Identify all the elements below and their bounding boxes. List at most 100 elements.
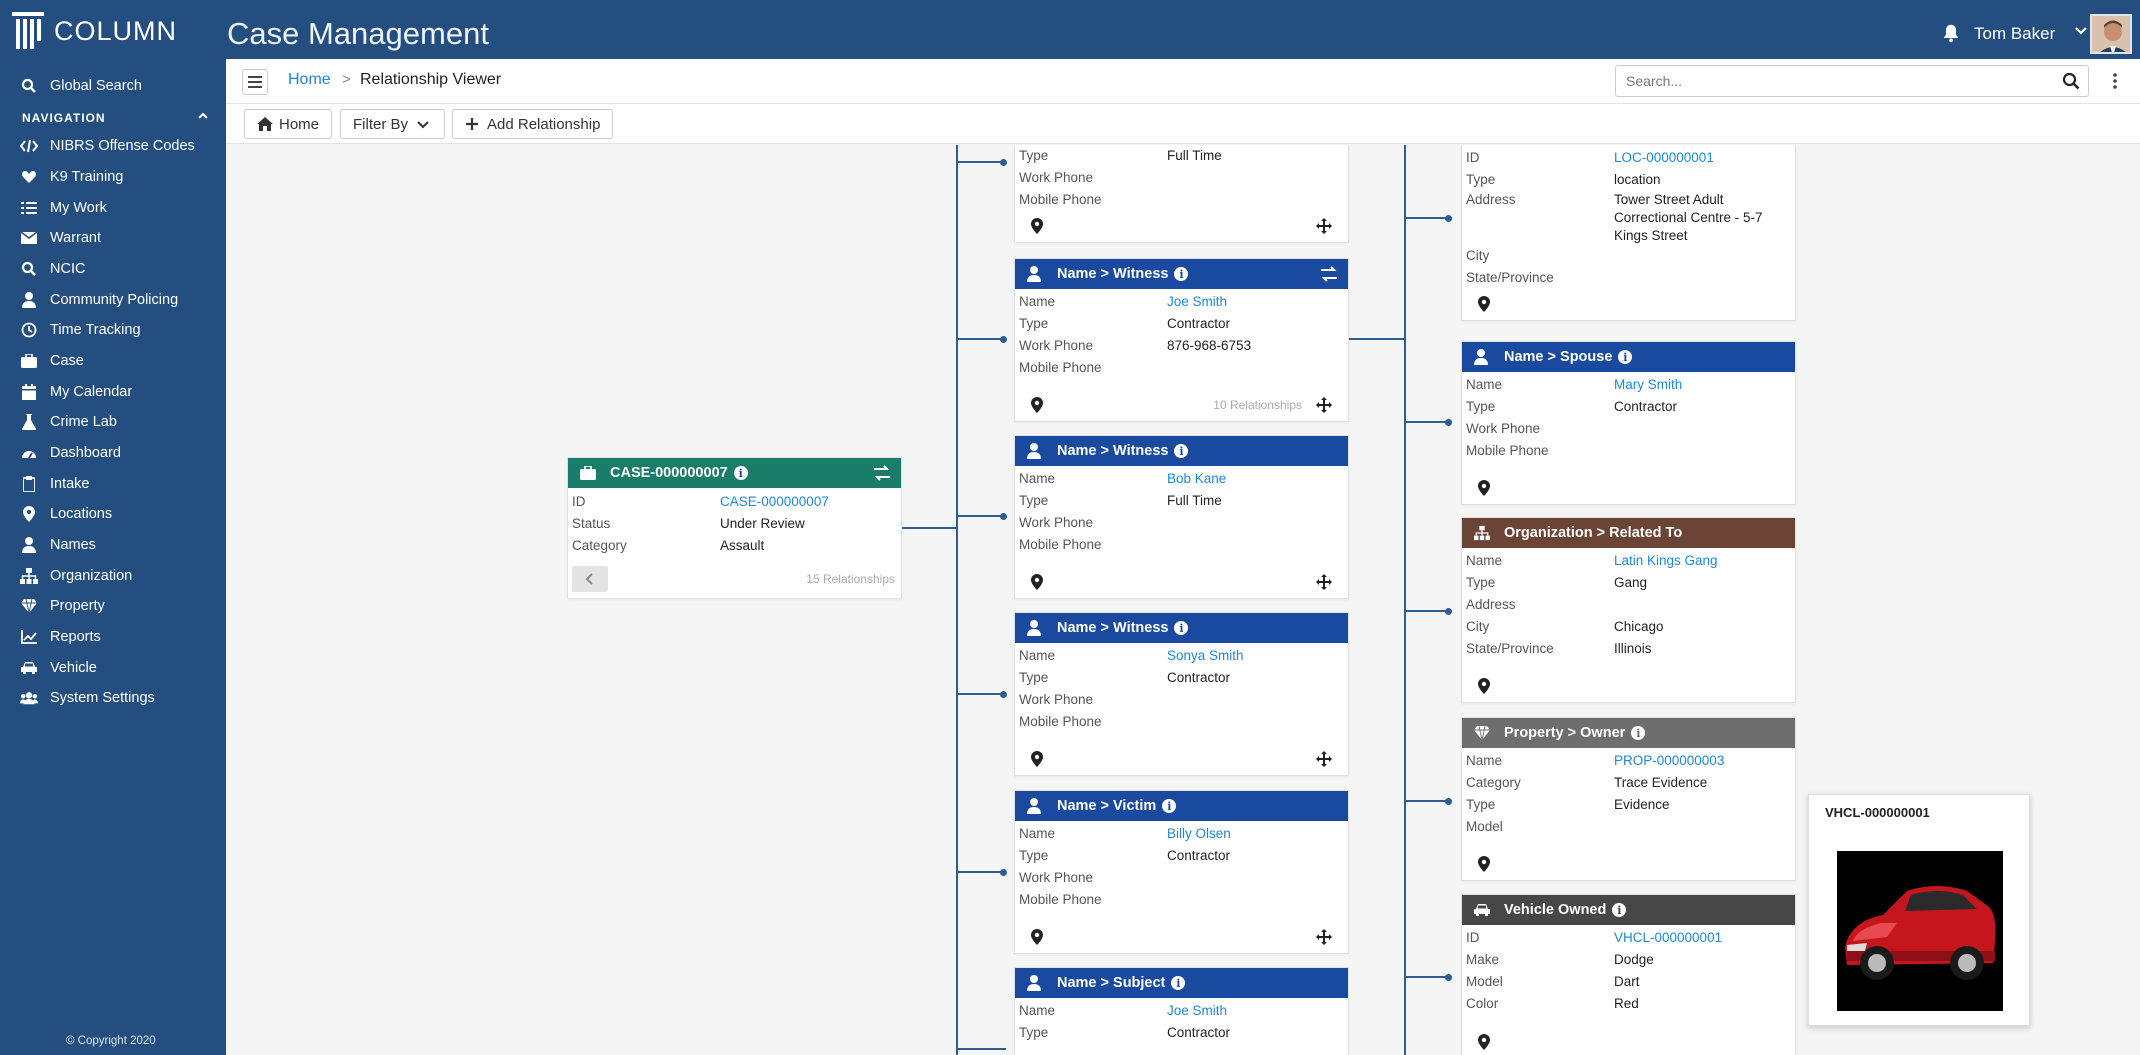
name-victim-card[interactable]: Name > Victim i Name Billy Olsen Type Cont… [1014,790,1349,954]
bell-icon[interactable] [1940,22,1962,44]
filter-by-button[interactable]: Filter By [340,109,446,139]
name-witness-card[interactable]: Name > Witness i Name Bob Kane Type Full T… [1014,435,1349,599]
name-link[interactable]: Bob Kane [1167,471,1226,486]
map-pin-icon[interactable] [1031,218,1043,234]
name-witness-card[interactable]: Name > Witness i Name Sonya Smith Type Con… [1014,612,1349,776]
sidebar-item-organization[interactable]: Organization [20,563,132,589]
search-input[interactable] [1626,67,2046,95]
sidebar-item-k9-training[interactable]: K9 Training [20,164,123,190]
sidebar-item-ncic[interactable]: NCIC [20,256,85,282]
name-spouse-card[interactable]: Name > Spouse i Name Mary Smith Type Contr… [1461,341,1796,505]
sidebar-item-my-work[interactable]: My Work [20,195,107,221]
sidebar-item-property[interactable]: Property [20,593,105,619]
breadcrumb-home-link[interactable]: Home [288,71,331,89]
vehicle-id-link[interactable]: VHCL-000000001 [1614,930,1722,945]
move-icon[interactable] [1316,397,1332,413]
name-link[interactable]: Sonya Smith [1167,648,1244,663]
sidebar-item-system-settings[interactable]: System Settings [20,685,155,711]
info-icon[interactable]: i [1612,903,1627,917]
info-icon[interactable]: i [1171,976,1186,990]
move-icon[interactable] [1316,574,1332,590]
sidebar-item-dashboard[interactable]: Dashboard [20,440,121,466]
home-button[interactable]: Home [244,109,333,139]
sidebar-item-time-tracking[interactable]: Time Tracking [20,317,141,343]
info-icon[interactable]: i [1631,726,1646,740]
property-card[interactable]: Property > Owner i Name PROP-000000003 Ca… [1461,717,1796,881]
map-pin-icon[interactable] [1478,296,1490,312]
chevron-down-icon[interactable] [2072,22,2090,40]
card-header: Organization > Related To [1462,518,1795,548]
map-pin-icon[interactable] [1478,1034,1490,1050]
map-pin-icon[interactable] [1478,678,1490,694]
menu-toggle-button[interactable] [242,69,268,95]
info-icon[interactable]: i [1174,267,1189,281]
info-icon[interactable]: i [1174,621,1189,635]
name-link[interactable]: Mary Smith [1614,377,1682,392]
map-pin-icon[interactable] [1031,751,1043,767]
info-icon[interactable]: i [1162,799,1177,813]
sidebar-item-label: My Calendar [50,384,133,400]
info-icon[interactable]: i [1174,444,1189,458]
chevron-left-icon [585,573,593,585]
sidebar-item-my-calendar[interactable]: My Calendar [20,379,132,405]
name-link[interactable]: Joe Smith [1167,1003,1227,1018]
chart-icon [20,628,38,646]
sidebar-item-warrant[interactable]: Warrant [20,225,101,251]
map-pin-icon[interactable] [1031,397,1043,413]
name-subject-card[interactable]: Name > Subject i Name Joe Smith Type Contr… [1014,967,1349,1055]
sidebar-item-reports[interactable]: Reports [20,624,101,650]
vehicle-card[interactable]: Vehicle Owned i ID VHCL-000000001 Make Dod… [1461,894,1796,1055]
sidebar-item-crime-lab[interactable]: Crime Lab [20,409,117,435]
sidebar-item-locations[interactable]: Locations [20,501,112,527]
avatar[interactable] [2090,14,2132,54]
case-row-category: Category Assault [568,534,901,556]
sidebar-item-names[interactable]: Names [20,532,96,558]
name-card-partial[interactable]: Type Full Time Work Phone Mobile Phone [1014,145,1349,243]
sidebar-item-case[interactable]: Case [20,348,84,374]
field-label: Work Phone [1019,337,1094,353]
field-label: Mobile Phone [1019,536,1102,552]
sidebar-item-label: Community Policing [50,292,179,308]
case-card[interactable]: CASE-000000007 i ID CASE-000000007 Status… [567,457,902,599]
field-value: Contractor [1167,669,1231,685]
swap-icon[interactable] [1320,266,1338,282]
card-header: Name > Spouse i [1462,342,1795,372]
name-link[interactable]: Billy Olsen [1167,826,1231,841]
map-pin-icon[interactable] [1478,480,1490,496]
field-label: ID [1466,149,1480,165]
name-link[interactable]: Joe Smith [1167,294,1227,309]
sidebar-item-vehicle[interactable]: Vehicle [20,655,97,681]
field-row: Type Gang [1462,571,1795,593]
move-icon[interactable] [1316,929,1332,945]
swap-icon[interactable] [873,465,891,481]
collapse-button[interactable] [572,566,608,592]
case-id-link[interactable]: CASE-000000007 [720,494,829,509]
sidebar-item-nibrs[interactable]: NIBRS Offense Codes [20,133,195,159]
map-pin-icon[interactable] [1478,856,1490,872]
move-icon[interactable] [1316,218,1332,234]
organization-card[interactable]: Organization > Related To Name Latin King… [1461,517,1796,703]
relationship-count: 15 Relationships [806,572,895,586]
search-icon[interactable] [2062,72,2080,90]
sidebar-item-community-policing[interactable]: Community Policing [20,287,178,313]
location-card-partial[interactable]: ID LOC-000000001 Type location Address Towe… [1461,145,1796,321]
sidebar-item-intake[interactable]: Intake [20,471,90,497]
add-relationship-button[interactable]: Add Relationship [452,109,614,139]
user-name[interactable]: Tom Baker [1974,24,2055,44]
kebab-menu-icon[interactable] [2112,71,2118,91]
sidebar-item-global-search[interactable]: Global Search [20,73,142,99]
car-icon [20,659,38,677]
organization-link[interactable]: Latin Kings Gang [1614,553,1718,568]
connector-dot [1000,869,1007,876]
logo[interactable]: COLUMN [10,10,177,52]
property-link[interactable]: PROP-000000003 [1614,753,1724,768]
info-icon[interactable]: i [1618,350,1633,364]
move-icon[interactable] [1316,751,1332,767]
info-icon[interactable]: i [733,466,748,480]
map-pin-icon[interactable] [1031,929,1043,945]
location-id-link[interactable]: LOC-000000001 [1614,150,1714,165]
map-pin-icon[interactable] [1031,574,1043,590]
name-witness-card[interactable]: Name > Witness i Name Joe Smith Type Contr… [1014,258,1349,422]
chevron-up-icon[interactable] [196,109,210,123]
field-label: Mobile Phone [1019,713,1102,729]
